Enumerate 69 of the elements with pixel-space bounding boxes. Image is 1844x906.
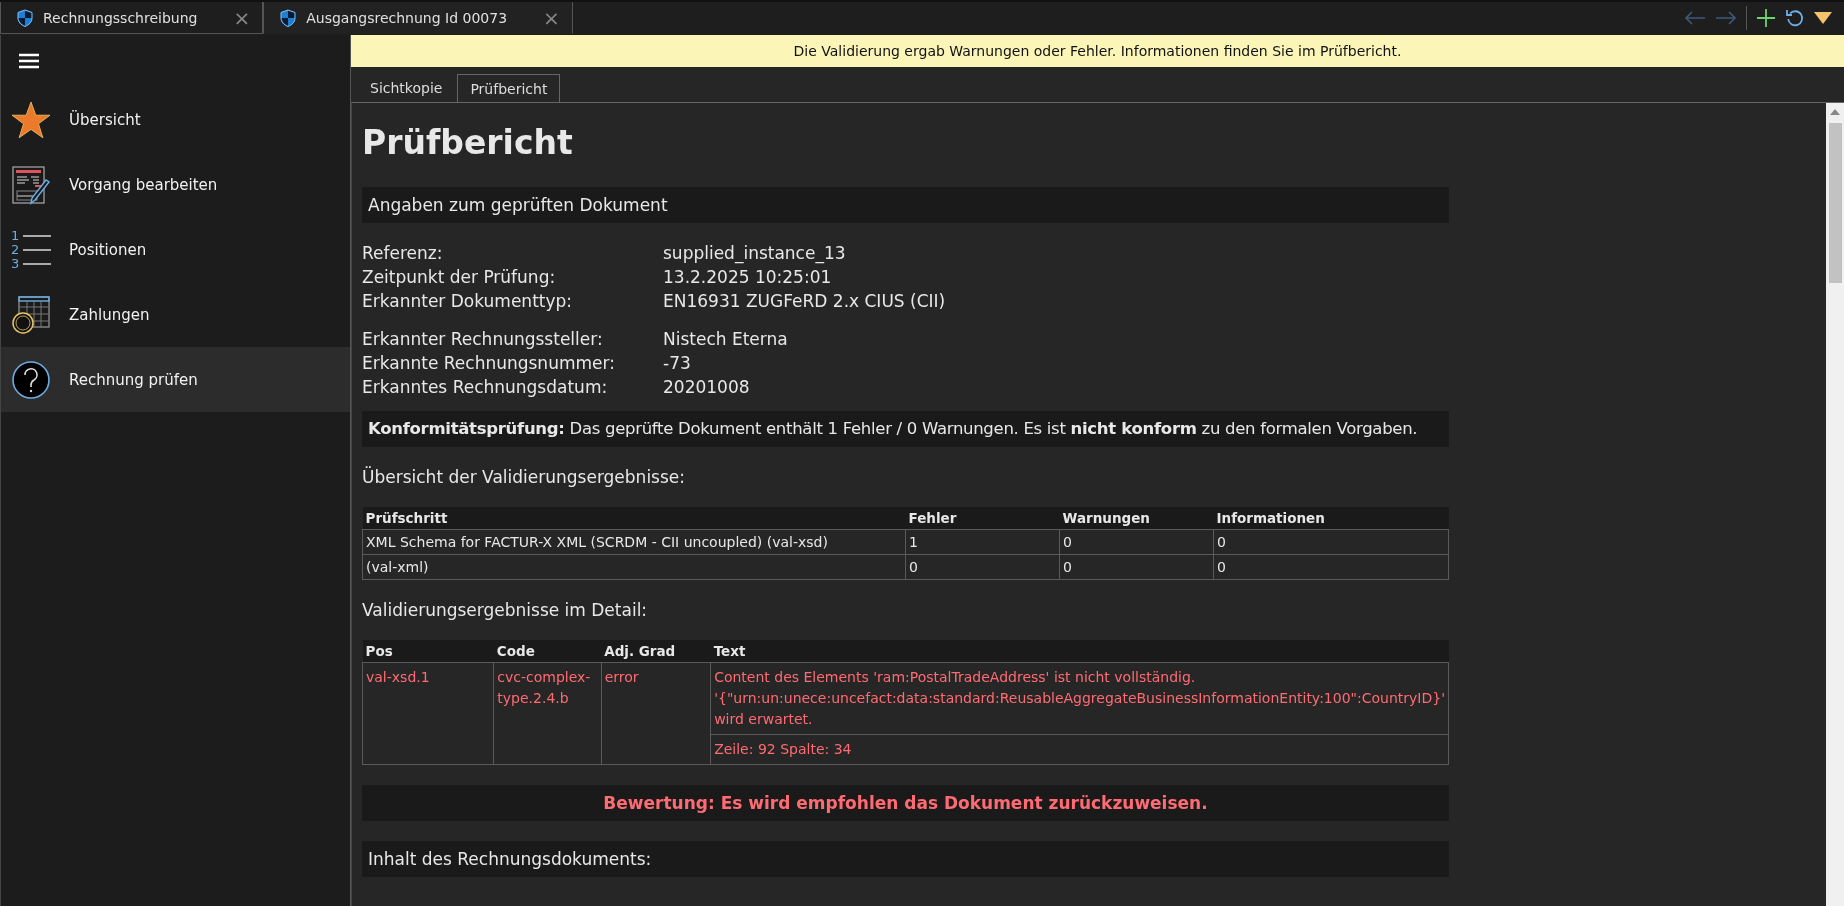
- table-cell: 0: [1213, 554, 1449, 580]
- table-cell: Content des Elements 'ram:PostalTradeAddress' ist nicht vollständig. '{"urn:un:unece:uncefact:data:standard:ReusableAggregateBusinessInformationEntity:100":CountryID}' wird erwartet.: [710, 662, 1449, 735]
- field-value: 20201008: [663, 376, 751, 399]
- window-tab[interactable]: Ausgangsrechnung Id 00073 ×: [263, 2, 573, 34]
- forward-arrow-icon[interactable]: [1715, 10, 1737, 26]
- field-value: Nistech Eterna: [663, 328, 789, 351]
- sidebar-item[interactable]: Zahlungen: [1, 282, 350, 347]
- field-label: Erkannte Rechnungsnummer:: [362, 352, 616, 375]
- section-heading: Übersicht der Validierungsergebnisse:: [362, 467, 687, 487]
- scrollbar-thumb[interactable]: [1828, 123, 1842, 283]
- field-label: Referenz:: [362, 242, 444, 265]
- view-tab[interactable]: Prüfbericht: [457, 74, 561, 103]
- field-value: supplied_instance_13: [663, 242, 847, 265]
- sidebar-item[interactable]: Übersicht: [1, 87, 350, 152]
- table-cell: 0: [905, 554, 1060, 580]
- document-pencil-icon: [11, 164, 51, 205]
- verdict-banner: Bewertung: Es wird empfohlen das Dokument zurückzuweisen.: [362, 785, 1449, 821]
- table-cell: 0: [1059, 529, 1214, 555]
- table-cell: (val-xml): [362, 554, 906, 580]
- table-cell: 0: [1059, 554, 1214, 580]
- section-heading: Validierungsergebnisse im Detail:: [362, 600, 649, 620]
- table-cell: cvc-complex-type.2.4.b: [493, 662, 602, 765]
- sidebar-item[interactable]: Vorgang bearbeiten: [1, 152, 350, 217]
- column-header: Adj. Grad: [601, 640, 711, 663]
- report-title: Prüfbericht: [362, 122, 574, 164]
- plus-icon[interactable]: [1756, 8, 1776, 28]
- tab-title: Rechnungsschreibung: [43, 9, 198, 26]
- sidebar-item[interactable]: 1 2 3 Positionen: [1, 217, 350, 282]
- column-header: Informationen: [1213, 507, 1449, 530]
- close-button[interactable]: ×: [543, 7, 560, 28]
- section-header: Inhalt des Rechnungsdokuments:: [362, 841, 1449, 877]
- field-label: Erkannter Rechnungssteller:: [362, 328, 604, 351]
- star-icon: [11, 100, 51, 139]
- field-value: EN16931 ZUGFeRD 2.x CIUS (CII): [663, 290, 947, 313]
- column-header: Pos: [362, 640, 494, 663]
- table-cell: error: [601, 662, 711, 765]
- table-cell: 0: [1213, 529, 1449, 555]
- back-arrow-icon[interactable]: [1684, 10, 1706, 26]
- close-button[interactable]: ×: [233, 7, 251, 28]
- warning-banner: Die Validierung ergab Warnungen oder Fehler. Informationen finden Sie im Prüfbericht.: [351, 35, 1844, 67]
- menu-icon[interactable]: [19, 53, 39, 69]
- column-header: Code: [493, 640, 602, 663]
- field-label: Zeitpunkt der Prüfung:: [362, 266, 557, 289]
- field-value: 13.2.2025 10:25:01: [663, 266, 833, 289]
- conformity-summary: Konformitätsprüfung: Das geprüfte Dokument enthält 1 Fehler / 0 Warnungen. Es ist nicht konform zu den formalen Vorgaben.: [362, 411, 1449, 447]
- window-tab[interactable]: Rechnungsschreibung ×: [0, 2, 264, 34]
- refresh-icon[interactable]: [1785, 8, 1805, 28]
- column-header: Text: [710, 640, 1449, 663]
- scroll-up-icon[interactable]: [1830, 109, 1840, 115]
- scrollbar[interactable]: [1826, 103, 1844, 906]
- shield-icon: [17, 8, 33, 27]
- field-value: -73: [663, 352, 692, 375]
- calendar-coin-icon: [11, 294, 51, 335]
- tab-title: Ausgangsrechnung Id 00073: [306, 9, 508, 26]
- dropdown-triangle-icon[interactable]: [1814, 12, 1832, 24]
- view-tab[interactable]: Sichtkopie: [357, 73, 456, 102]
- field-label: Erkanntes Rechnungsdatum:: [362, 376, 609, 399]
- column-header: Warnungen: [1059, 507, 1214, 530]
- table-cell: XML Schema for FACTUR-X XML (SCRDM - CII uncoupled) (val-xsd): [362, 529, 906, 555]
- shield-icon: [280, 8, 297, 27]
- column-header: Fehler: [905, 507, 1060, 530]
- table-cell: val-xsd.1: [362, 662, 494, 765]
- table-cell: 1: [905, 529, 1060, 555]
- table-cell: Zeile: 92 Spalte: 34: [710, 734, 1449, 765]
- sidebar-item[interactable]: Rechnung prüfen: [1, 347, 350, 412]
- section-header: Angaben zum geprüften Dokument: [362, 187, 1449, 223]
- field-label: Erkannter Dokumenttyp:: [362, 290, 574, 313]
- column-header: Prüfschritt: [362, 507, 906, 530]
- question-circle-icon: [11, 359, 51, 400]
